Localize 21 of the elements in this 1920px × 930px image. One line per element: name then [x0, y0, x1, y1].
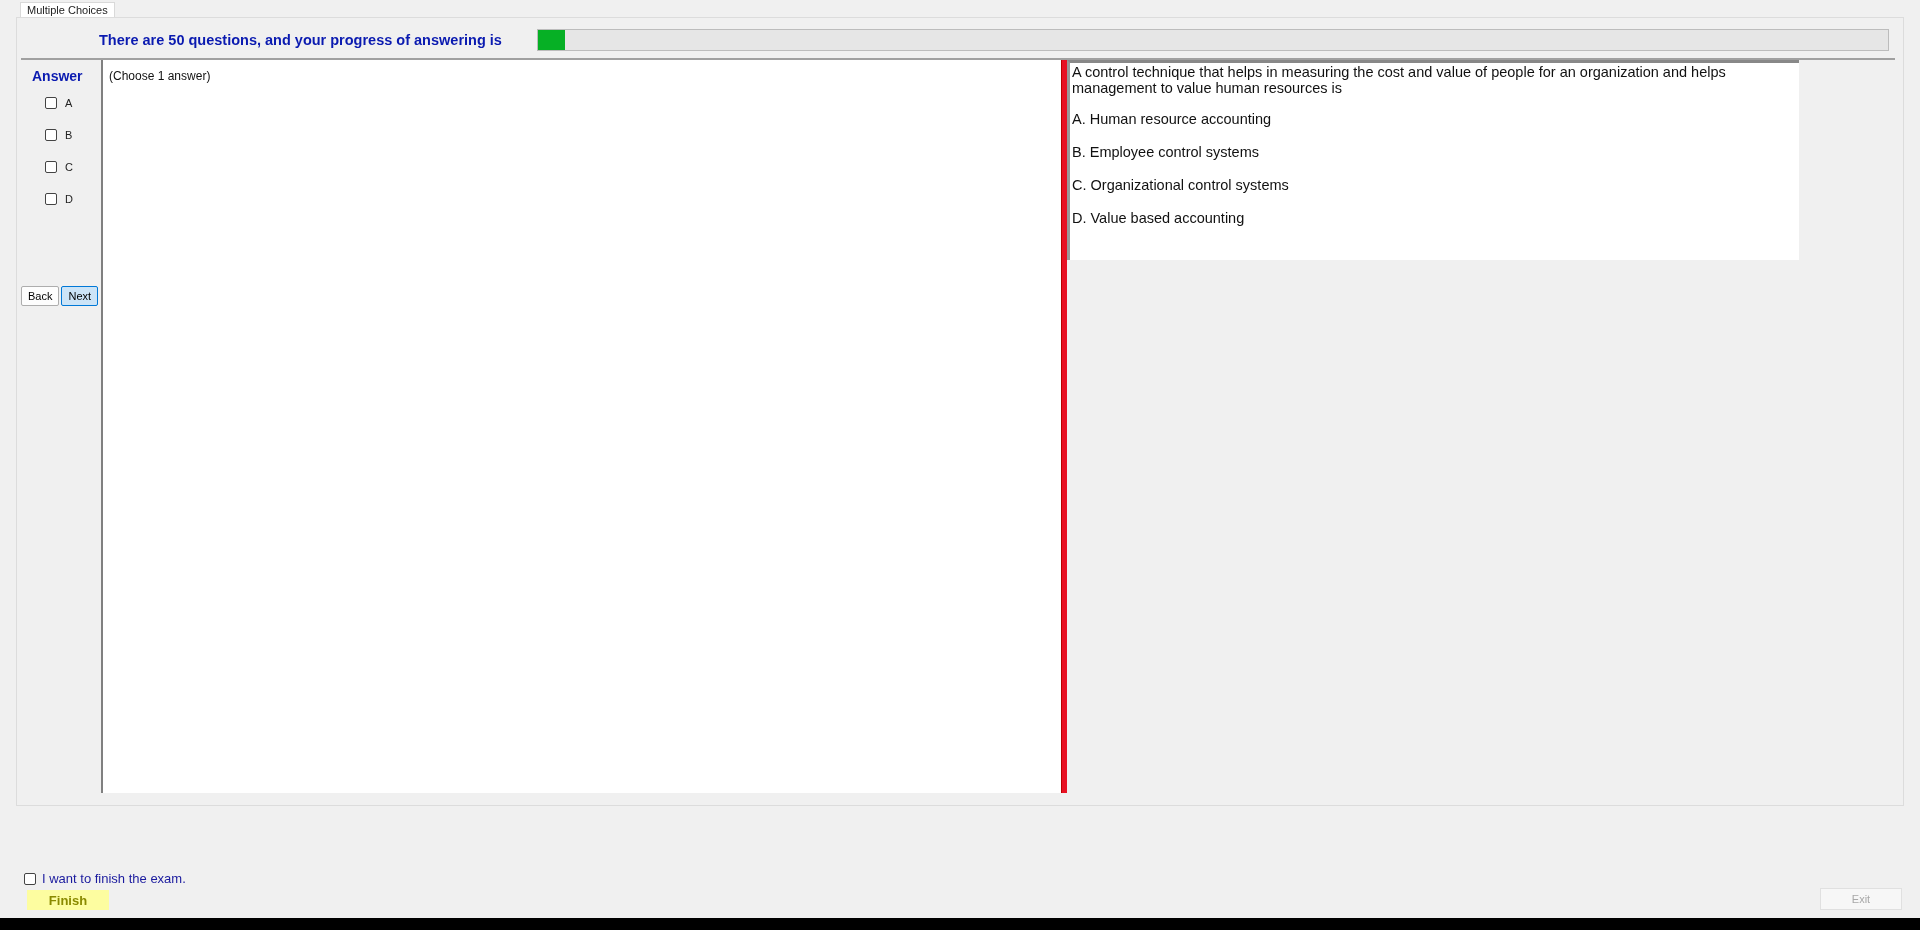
nav-button[interactable]: Back — [21, 286, 60, 306]
option-label[interactable]: D — [65, 193, 73, 205]
option-label[interactable]: A — [65, 97, 73, 109]
option-label[interactable]: C — [65, 161, 73, 173]
choice-text: C. Organizational control systems — [1072, 176, 1290, 195]
choice-text: A. Human resource accounting — [1072, 110, 1273, 129]
choice-text: D. Value based accounting — [1072, 209, 1246, 228]
question-text: A control technique that helps in measuring the cost and value of people for an organization and helps management to value human resources is — [1072, 64, 1727, 96]
checkbox[interactable] — [24, 872, 36, 885]
nav-button[interactable]: Next — [61, 286, 99, 306]
checkbox[interactable] — [45, 129, 57, 141]
option-label[interactable]: B — [65, 129, 73, 141]
choice-text: B. Employee control systems — [1072, 143, 1260, 162]
confirm-label[interactable]: I want to finish the exam. — [42, 871, 186, 886]
checkbox[interactable] — [45, 193, 57, 205]
instruction-text: (Choose 1 answer) — [109, 69, 211, 83]
checkbox[interactable] — [45, 161, 57, 173]
progress-label: There are 50 questions, and your progress of answering is — [99, 32, 503, 48]
tab[interactable]: Multiple Choices — [20, 2, 115, 17]
answer-label: Answer — [32, 68, 83, 84]
checkbox[interactable] — [45, 97, 57, 109]
